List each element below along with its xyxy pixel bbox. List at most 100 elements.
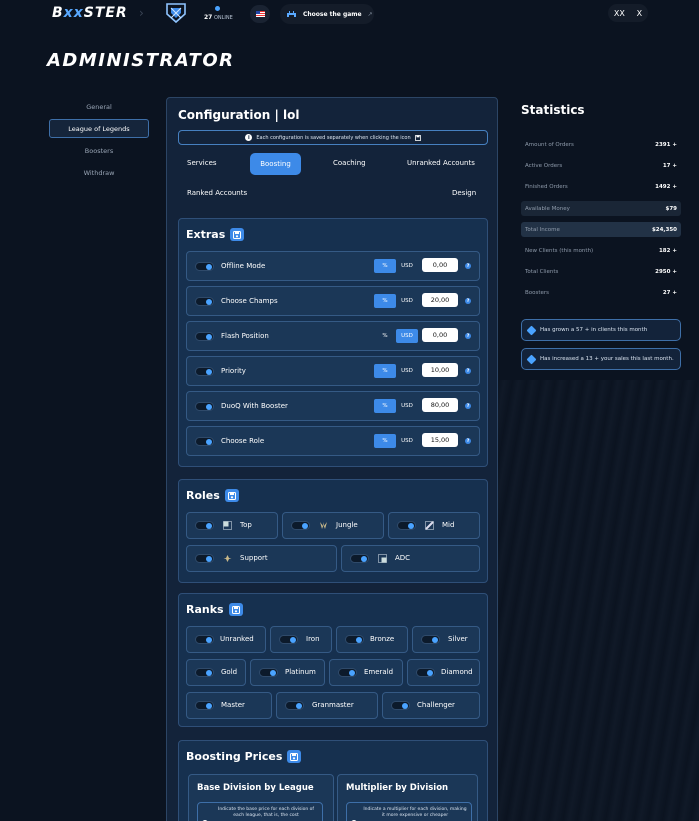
growth-clients-pill: Has grown a 57 + in clients this month — [521, 319, 681, 341]
base-division-option[interactable]: Indicate the base price for each divisio… — [197, 802, 323, 821]
extra-toggle[interactable] — [195, 297, 214, 306]
rank-toggle[interactable] — [279, 635, 298, 644]
extra-value-input[interactable]: 0,00 — [422, 258, 458, 272]
usd-option[interactable]: USD — [396, 294, 418, 308]
usd-option[interactable]: USD — [396, 399, 418, 413]
usd-option[interactable]: USD — [396, 364, 418, 378]
rank-chip-silver[interactable]: Silver — [412, 626, 480, 653]
extra-value-input[interactable]: 0,00 — [422, 328, 458, 342]
base-division-desc: Indicate the base price for each divisio… — [218, 807, 314, 818]
logo[interactable]: BxxSTER — [52, 5, 128, 21]
tab-design[interactable]: Design — [452, 189, 476, 197]
help-icon[interactable]: ? — [465, 298, 471, 304]
tab-ranked-accounts[interactable]: Ranked Accounts — [187, 189, 247, 197]
ranks-save-button[interactable] — [228, 603, 243, 616]
help-icon[interactable]: ? — [465, 438, 471, 444]
help-icon[interactable]: ? — [465, 403, 471, 409]
help-icon[interactable]: ? — [465, 333, 471, 339]
rank-chip-master[interactable]: Master — [186, 692, 272, 719]
extra-toggle[interactable] — [195, 332, 214, 341]
sidebar-item-league-of-legends[interactable]: League of Legends — [49, 119, 149, 138]
stat-new-clients: New Clients (this month) 182 + — [521, 243, 681, 258]
tab-coaching[interactable]: Coaching — [333, 159, 366, 167]
language-flag-button[interactable] — [250, 5, 270, 23]
game-selector-button[interactable]: Choose the game ↗ — [280, 4, 374, 24]
role-chip-jungle[interactable]: Jungle — [282, 512, 384, 539]
percent-option[interactable]: % — [374, 399, 396, 413]
rank-toggle[interactable] — [285, 701, 304, 710]
top-bar: BxxSTER › 27 ONLINE Choose the game ↗ XX… — [0, 0, 699, 30]
statistics-title: Statistics — [521, 103, 585, 117]
rank-chip-gold[interactable]: Gold — [186, 659, 246, 686]
percent-option[interactable]: % — [374, 364, 396, 378]
extra-toggle[interactable] — [195, 402, 214, 411]
sidebar-item-general[interactable]: General — [49, 97, 149, 116]
rank-label: Challenger — [417, 701, 455, 709]
rank-toggle[interactable] — [421, 635, 440, 644]
boosting-prices-save-button[interactable] — [287, 750, 302, 763]
rank-chip-granmaster[interactable]: Granmaster — [276, 692, 378, 719]
rank-toggle[interactable] — [416, 668, 435, 677]
extra-toggle[interactable] — [195, 262, 214, 271]
stat-total-clients: Total Clients 2950 + — [521, 264, 681, 279]
role-toggle[interactable] — [195, 521, 214, 530]
usd-option[interactable]: USD — [396, 259, 418, 273]
save-icon — [290, 752, 299, 761]
rank-label: Unranked — [220, 635, 254, 643]
base-division-title: Base Division by League — [197, 783, 314, 793]
roles-header: Roles — [186, 489, 239, 502]
rank-chip-emerald[interactable]: Emerald — [329, 659, 403, 686]
percent-option[interactable]: % — [374, 259, 396, 273]
rank-chip-diamond[interactable]: Diamond — [407, 659, 480, 686]
rank-chip-bronze[interactable]: Bronze — [336, 626, 408, 653]
roles-save-button[interactable] — [224, 489, 239, 502]
role-chip-support[interactable]: Support — [186, 545, 337, 572]
help-icon[interactable]: ? — [465, 368, 471, 374]
percent-option[interactable]: % — [374, 329, 396, 343]
rank-chip-iron[interactable]: Iron — [270, 626, 332, 653]
extra-value-input[interactable]: 20,00 — [422, 293, 458, 307]
tab-unranked-accounts[interactable]: Unranked Accounts — [407, 159, 475, 167]
rank-chip-unranked[interactable]: Unranked — [186, 626, 266, 653]
extra-toggle[interactable] — [195, 437, 214, 446]
unit-switch: % USD — [374, 434, 418, 448]
role-toggle[interactable] — [350, 554, 369, 563]
unit-switch: % USD — [374, 399, 418, 413]
user-avatar[interactable]: XX — [614, 9, 625, 18]
rank-toggle[interactable] — [195, 635, 214, 644]
extras-save-button[interactable] — [230, 228, 245, 241]
sidebar-item-withdraw[interactable]: Withdraw — [49, 163, 149, 182]
rank-toggle[interactable] — [259, 668, 278, 677]
role-toggle[interactable] — [397, 521, 416, 530]
tab-boosting[interactable]: Boosting — [250, 153, 301, 175]
extra-value-input[interactable]: 15,00 — [422, 433, 458, 447]
role-toggle[interactable] — [195, 554, 214, 563]
usd-option[interactable]: USD — [396, 329, 418, 343]
extra-label: Choose Role — [221, 437, 265, 445]
rank-toggle[interactable] — [195, 668, 214, 677]
tab-services[interactable]: Services — [187, 159, 217, 167]
role-toggle[interactable] — [291, 521, 310, 530]
role-chip-mid[interactable]: Mid — [388, 512, 480, 539]
user-controls: XX X — [608, 4, 648, 22]
rank-toggle[interactable] — [338, 668, 357, 677]
close-icon[interactable]: X — [637, 9, 642, 18]
role-chip-top[interactable]: Top — [186, 512, 278, 539]
extra-toggle[interactable] — [195, 367, 214, 376]
rank-chip-platinum[interactable]: Platinum — [250, 659, 325, 686]
help-icon[interactable]: ? — [465, 263, 471, 269]
rank-toggle[interactable] — [345, 635, 364, 644]
role-chip-adc[interactable]: ADC — [341, 545, 480, 572]
percent-option[interactable]: % — [374, 294, 396, 308]
rank-chip-challenger[interactable]: Challenger — [382, 692, 480, 719]
usd-option[interactable]: USD — [396, 434, 418, 448]
extra-value-input[interactable]: 80,00 — [422, 398, 458, 412]
role-label: Support — [240, 554, 268, 562]
multiplier-division-option[interactable]: Indicate a multiplier for each division,… — [346, 802, 472, 821]
rank-toggle[interactable] — [195, 701, 214, 710]
sidebar-item-boosters[interactable]: Boosters — [49, 141, 149, 160]
percent-option[interactable]: % — [374, 434, 396, 448]
extra-value-input[interactable]: 10,00 — [422, 363, 458, 377]
extra-label: Flash Position — [221, 332, 269, 340]
rank-toggle[interactable] — [391, 701, 410, 710]
